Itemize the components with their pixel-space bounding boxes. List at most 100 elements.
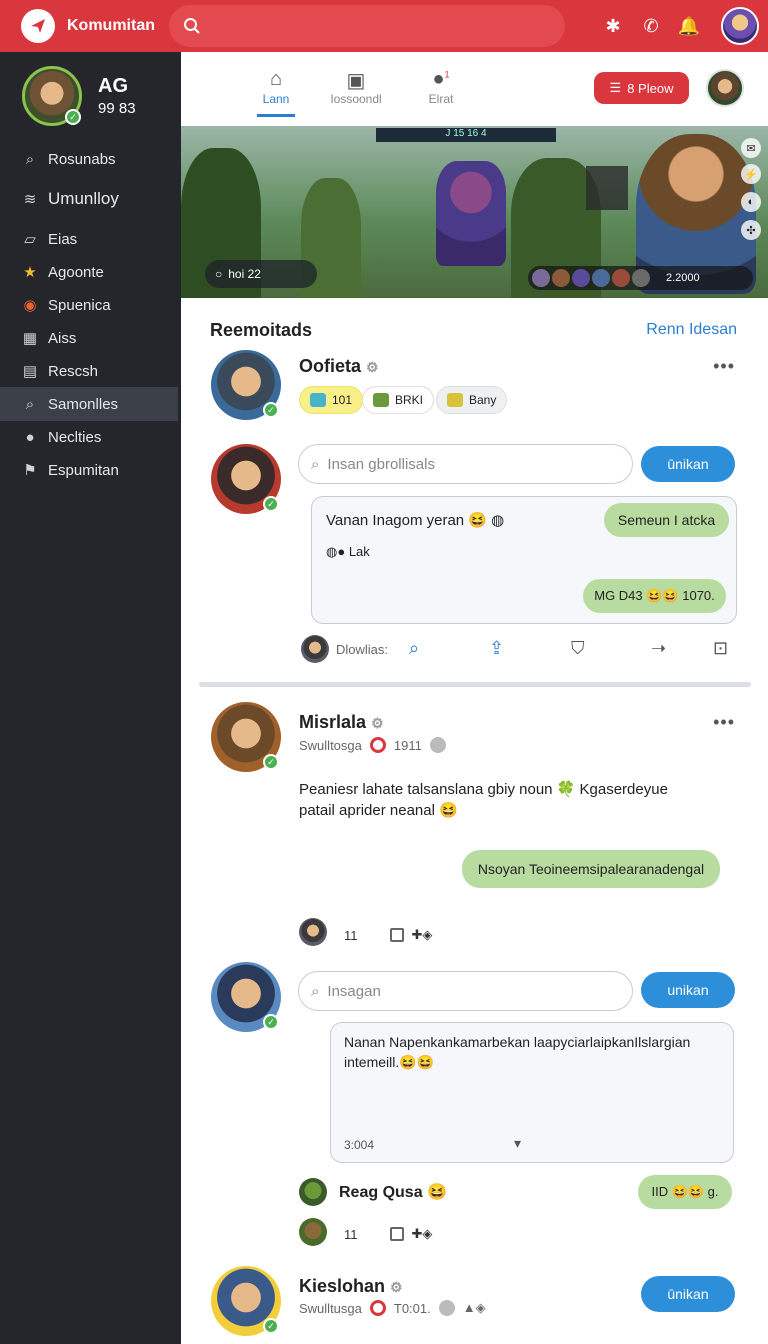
- wifi-icon: ◉: [23, 297, 37, 314]
- home-icon: ⌂: [269, 68, 283, 90]
- message-time: 3:004: [344, 1138, 375, 1152]
- app-logo[interactable]: [21, 9, 55, 43]
- chevron-down-icon[interactable]: ▾: [514, 1135, 521, 1152]
- unikan-button[interactable]: ūnikan: [641, 446, 735, 482]
- skill-icon[interactable]: [552, 269, 570, 287]
- sidebar-item-samonlles[interactable]: ⌕ Samonlles: [0, 387, 178, 421]
- bag-icon[interactable]: ⊡: [713, 638, 728, 659]
- chip-bany[interactable]: Bany: [436, 386, 508, 414]
- sidebar-item-rosunabs[interactable]: ⌕ Rosunabs: [0, 142, 181, 176]
- clock-icon: ○: [215, 267, 223, 281]
- banner-score: 2.2000: [666, 272, 700, 284]
- forward-icon[interactable]: ➝: [651, 638, 666, 659]
- message-line: intemeill.😆😆: [344, 1054, 435, 1070]
- post-avatar[interactable]: ✓: [211, 1266, 281, 1336]
- shield-icon[interactable]: ⛉: [571, 638, 585, 659]
- gamepad-icon[interactable]: ✱: [601, 14, 625, 38]
- plus-icon[interactable]: ✚◈: [412, 1226, 433, 1242]
- profile-name: AG: [98, 75, 128, 97]
- post-body-line: Peaniesr lahate talsanslana gbiy noun 🍀 …: [299, 781, 668, 798]
- profile-avatar: ✓: [22, 66, 82, 126]
- comment-avatar[interactable]: ✓: [211, 962, 281, 1032]
- checkbox-icon[interactable]: [389, 1227, 404, 1241]
- tab-label: Elrat: [428, 92, 454, 106]
- sidebar-item-eias[interactable]: ▱ Eias: [0, 222, 181, 256]
- button-label: unikan: [667, 982, 709, 998]
- game-icon: ◍: [491, 512, 505, 529]
- bolt-icon[interactable]: ⚡: [741, 164, 761, 184]
- globe-icon: [429, 737, 446, 753]
- reactor-avatar[interactable]: [301, 635, 329, 663]
- search-icon: ⌕: [25, 150, 35, 168]
- phone-icon[interactable]: ✆: [639, 14, 663, 38]
- sidebar-item-label: Eias: [48, 230, 78, 248]
- top-search-bar[interactable]: [169, 5, 565, 47]
- sidebar-item-label: Spuenica: [48, 296, 111, 314]
- verified-icon: ✓: [263, 754, 279, 770]
- sidebar-item-agoonte[interactable]: ★ Agoonte: [0, 255, 181, 289]
- skill-bar: 2.2000: [528, 266, 753, 290]
- reply-avatar[interactable]: [299, 1178, 327, 1206]
- skill-icon[interactable]: [592, 269, 610, 287]
- reply-bubble: IID 😆😆 g.: [638, 1175, 732, 1209]
- message-text: Vanan Inagom yeran 😆 ◍: [326, 511, 504, 529]
- share-icon[interactable]: ⇪: [489, 638, 504, 659]
- post-username[interactable]: Misrlala ⚙: [299, 712, 384, 733]
- reply-username[interactable]: Reag Qusa 😆: [339, 1182, 447, 1202]
- banner-hud-panel: [586, 166, 628, 210]
- skill-icon[interactable]: [532, 269, 550, 287]
- chip-brki[interactable]: BRKI: [362, 386, 435, 414]
- section-title: Reemoitads: [210, 319, 313, 340]
- verified-icon: ✓: [263, 1318, 279, 1334]
- more-options-icon[interactable]: •••: [713, 712, 735, 733]
- plan-button[interactable]: ☰ 8 Pleow: [594, 72, 689, 104]
- target-icon: [369, 1300, 386, 1316]
- skill-icon[interactable]: [572, 269, 590, 287]
- tab-iossoondl[interactable]: ▣ Iossoondl: [321, 68, 391, 106]
- compass-icon[interactable]: ◐: [741, 192, 761, 212]
- calendar-icon: ▤: [22, 363, 38, 380]
- flag-icon: ⚑: [23, 462, 37, 479]
- sidebar-item-rescsh[interactable]: ▤ Rescsh: [0, 354, 181, 388]
- search-icon[interactable]: ⌕: [409, 638, 419, 659]
- game-banner[interactable]: J 15 16 4 ✉ ⚡ ◐ ✣ ○ hoi 22 2.2000: [181, 126, 768, 298]
- checkbox-icon[interactable]: [389, 928, 404, 942]
- tab-elrat[interactable]: ●1 Elrat: [406, 68, 476, 106]
- count-text: 1911: [393, 737, 422, 753]
- sidebar-item-label: Neclties: [48, 428, 102, 446]
- bell-icon[interactable]: 🔔: [677, 14, 701, 38]
- reactor-avatar[interactable]: [299, 1218, 327, 1246]
- section-link[interactable]: Renn Idesan: [646, 321, 737, 339]
- skill-icon[interactable]: [632, 269, 650, 287]
- unikan-button[interactable]: ūnikan: [641, 1276, 735, 1312]
- tab-lann[interactable]: ⌂ Lann: [241, 68, 311, 117]
- leaf-icon[interactable]: ✣: [741, 220, 761, 240]
- like-count: 11: [344, 927, 358, 943]
- chat-icon[interactable]: ✉: [741, 138, 761, 158]
- post-avatar[interactable]: ✓: [211, 702, 281, 772]
- comment-input[interactable]: ⌕ Insagan: [298, 971, 633, 1011]
- post-avatar[interactable]: ✓: [211, 350, 281, 420]
- unikan-button[interactable]: unikan: [641, 972, 735, 1008]
- sidebar-item-espumitan[interactable]: ⚑ Espumitan: [0, 453, 181, 487]
- comment-avatar[interactable]: ✓: [211, 444, 281, 514]
- sidebar-item-label: Espumitan: [48, 461, 119, 479]
- sidebar-profile[interactable]: ✓ AG 99 83: [0, 52, 181, 140]
- comment-input[interactable]: ⌕ Insan gbrollisals: [298, 444, 633, 484]
- skill-icon[interactable]: [612, 269, 630, 287]
- header-avatar[interactable]: [706, 69, 744, 107]
- more-options-icon[interactable]: •••: [713, 356, 735, 377]
- sidebar-item-aiss[interactable]: ▦ Aiss: [0, 321, 181, 355]
- verified-icon: ✓: [263, 1014, 279, 1030]
- plus-icon[interactable]: ✚◈: [412, 927, 433, 943]
- chip-101[interactable]: 101: [299, 386, 364, 414]
- post-username[interactable]: Oofieta ⚙: [299, 356, 379, 377]
- like-count: 11: [344, 1226, 358, 1242]
- user-avatar[interactable]: [721, 7, 759, 45]
- sidebar-item-neclties[interactable]: ● Neclties: [0, 420, 181, 454]
- input-placeholder: Insan gbrollisals: [327, 455, 435, 473]
- sidebar-item-spuenica[interactable]: ◉ Spuenica: [0, 288, 181, 322]
- post-username[interactable]: Kieslohan ⚙: [299, 1276, 403, 1297]
- reactor-avatar[interactable]: [299, 918, 327, 946]
- sidebar-item-umunlloy[interactable]: ≋ Umunlloy: [0, 175, 181, 223]
